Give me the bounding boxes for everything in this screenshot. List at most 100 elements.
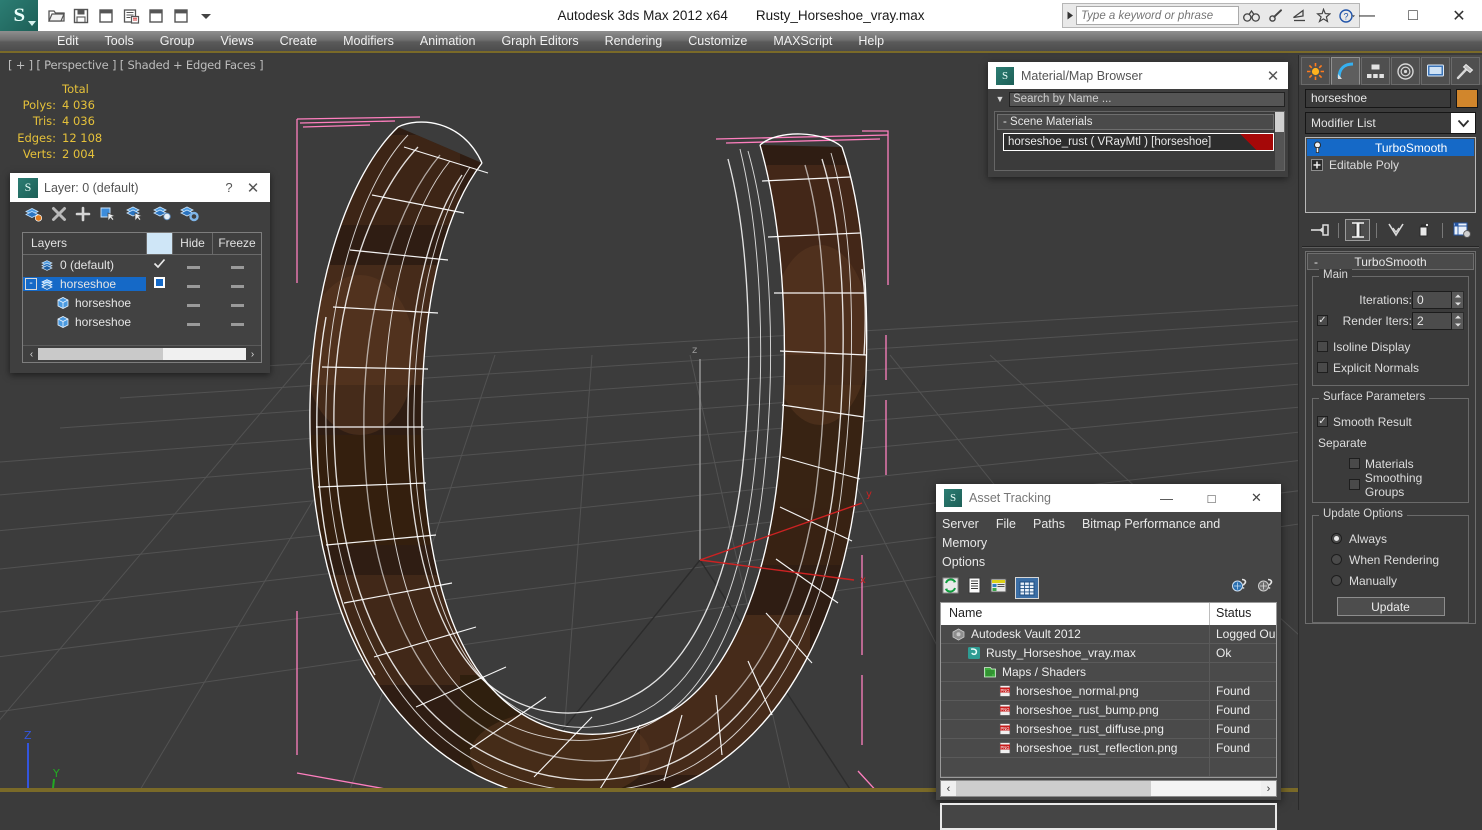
layer-dialog-title-bar[interactable]: S Layer: 0 (default) ? ✕ bbox=[10, 173, 270, 202]
hide-toggle[interactable] bbox=[173, 296, 213, 310]
qat-dropdown-icon[interactable] bbox=[194, 4, 218, 28]
current-layer-check[interactable] bbox=[146, 276, 173, 291]
menu-rendering[interactable]: Rendering bbox=[592, 32, 676, 50]
object-name-field[interactable]: horseshoe bbox=[1305, 89, 1451, 108]
asset-table-horizontal-scrollbar[interactable]: ‹ › bbox=[940, 780, 1277, 797]
column-status[interactable]: Status bbox=[1210, 603, 1276, 625]
create-new-layer-icon[interactable] bbox=[24, 205, 43, 227]
open-file-icon[interactable] bbox=[44, 4, 68, 28]
minimize-button[interactable]: — bbox=[1144, 491, 1189, 506]
refresh-icon[interactable] bbox=[942, 577, 959, 599]
menu-maxscript[interactable]: MAXScript bbox=[760, 32, 845, 50]
highlight-layer-icon[interactable] bbox=[126, 205, 145, 227]
freeze-toggle[interactable] bbox=[213, 258, 261, 272]
modify-tab[interactable] bbox=[1331, 57, 1360, 85]
make-unique-icon[interactable] bbox=[1383, 219, 1408, 241]
isoline-display-checkbox[interactable] bbox=[1317, 341, 1328, 352]
redo-icon[interactable] bbox=[119, 4, 143, 28]
rollout-header[interactable]: - TurboSmooth bbox=[1307, 253, 1474, 270]
material-browser-title-bar[interactable]: S Material/Map Browser ✕ bbox=[988, 62, 1288, 89]
table-row[interactable]: Autodesk Vault 2012 Logged Ou bbox=[941, 624, 1276, 644]
infocenter-expand-icon[interactable] bbox=[1063, 4, 1076, 27]
subscription-icon[interactable] bbox=[1263, 4, 1287, 27]
stack-item-editable-poly[interactable]: Editable Poly bbox=[1307, 156, 1474, 173]
table-row[interactable]: Rusty_Horseshoe_vray.max Ok bbox=[941, 643, 1276, 663]
close-button[interactable]: ✕ bbox=[240, 179, 266, 197]
browser-options-icon[interactable]: ▼ bbox=[991, 94, 1009, 104]
chevron-down-icon[interactable] bbox=[1451, 113, 1475, 133]
scroll-left-icon[interactable]: ‹ bbox=[941, 783, 956, 795]
explicit-normals-checkbox[interactable] bbox=[1317, 362, 1328, 373]
freeze-toggle[interactable] bbox=[213, 296, 261, 310]
table-row[interactable]: horseshoe bbox=[23, 293, 261, 312]
search-icon[interactable] bbox=[1239, 4, 1263, 27]
app-menu-dropdown-icon[interactable] bbox=[28, 21, 36, 26]
configure-modifier-sets-icon[interactable] bbox=[1449, 219, 1474, 241]
manually-radio[interactable] bbox=[1331, 575, 1342, 586]
communication-center-icon[interactable] bbox=[1287, 4, 1311, 27]
menu-animation[interactable]: Animation bbox=[407, 32, 489, 50]
rollout-collapse-icon[interactable]: - bbox=[1308, 255, 1324, 269]
object-color-swatch[interactable] bbox=[1456, 89, 1478, 108]
menu-views[interactable]: Views bbox=[207, 32, 266, 50]
modifier-stack[interactable]: TurboSmooth Editable Poly bbox=[1305, 137, 1476, 213]
menu-help[interactable]: Help bbox=[845, 32, 897, 50]
hide-toggle[interactable] bbox=[173, 258, 213, 272]
add-selection-icon[interactable] bbox=[75, 206, 91, 227]
material-map-browser-dialog[interactable]: S Material/Map Browser ✕ ▼ Search by Nam… bbox=[988, 62, 1288, 177]
hide-toggle[interactable] bbox=[173, 315, 213, 329]
remove-modifier-icon[interactable] bbox=[1411, 219, 1436, 241]
table-row[interactable]: PNG horseshoe_rust_diffuse.png Found bbox=[941, 719, 1276, 739]
layer-list-horizontal-scrollbar[interactable]: ‹ › bbox=[23, 345, 261, 362]
current-layer-check[interactable] bbox=[146, 258, 173, 272]
display-tab[interactable] bbox=[1421, 57, 1450, 85]
always-radio[interactable] bbox=[1331, 533, 1342, 544]
smoothing-groups-checkbox[interactable] bbox=[1349, 479, 1360, 490]
freeze-toggle[interactable] bbox=[213, 277, 261, 291]
render-iters-input[interactable]: 2 bbox=[1412, 311, 1452, 330]
table-row[interactable]: Maps / Shaders bbox=[941, 662, 1276, 682]
column-name[interactable]: Name bbox=[941, 603, 1210, 625]
scroll-right-icon[interactable]: › bbox=[246, 349, 259, 360]
utilities-tab[interactable] bbox=[1451, 57, 1480, 85]
menu-graph-editors[interactable]: Graph Editors bbox=[488, 32, 591, 50]
close-button[interactable]: ✕ bbox=[1436, 0, 1482, 31]
menu-edit[interactable]: Edit bbox=[44, 32, 92, 50]
smooth-result-checkbox[interactable]: ✓ bbox=[1317, 416, 1328, 427]
select-objects-icon[interactable] bbox=[99, 205, 118, 227]
show-end-result-icon[interactable] bbox=[1345, 219, 1370, 241]
scroll-right-icon[interactable]: › bbox=[1261, 783, 1276, 795]
iterations-stepper[interactable] bbox=[1452, 290, 1464, 309]
menu-customize[interactable]: Customize bbox=[675, 32, 760, 50]
asset-table[interactable]: Name Status Autodesk Vault 2012 Logged O… bbox=[940, 602, 1277, 778]
delete-layer-icon[interactable] bbox=[51, 206, 67, 227]
details-view-icon[interactable] bbox=[990, 577, 1007, 599]
menu-modifiers[interactable]: Modifiers bbox=[330, 32, 407, 50]
table-row[interactable]: 0 (default) bbox=[23, 255, 261, 274]
favorites-icon[interactable] bbox=[1311, 4, 1335, 27]
undo-icon[interactable] bbox=[94, 4, 118, 28]
material-list-item[interactable]: horseshoe_rust ( VRayMtl ) [horseshoe] bbox=[1003, 133, 1274, 151]
motion-tab[interactable] bbox=[1391, 57, 1420, 85]
table-row[interactable]: horseshoe bbox=[23, 312, 261, 331]
menu-paths[interactable]: Paths bbox=[1033, 517, 1065, 531]
table-row[interactable]: PNG horseshoe_rust_reflection.png Found bbox=[941, 738, 1276, 758]
menu-options[interactable]: Options bbox=[942, 555, 985, 569]
list-view-icon[interactable] bbox=[967, 577, 982, 599]
menu-group[interactable]: Group bbox=[147, 32, 208, 50]
menu-bitmap-performance[interactable]: Bitmap Performance and Memory bbox=[942, 517, 1220, 550]
table-row[interactable]: PNG horseshoe_rust_bump.png Found bbox=[941, 700, 1276, 720]
plus-expand-icon[interactable] bbox=[1310, 158, 1324, 172]
layer-manager-dialog[interactable]: S Layer: 0 (default) ? ✕ Layers Hide Fre… bbox=[10, 173, 270, 373]
set-current-layer-icon[interactable] bbox=[153, 205, 172, 227]
layer-properties-icon[interactable] bbox=[180, 205, 199, 227]
scrollbar-track[interactable] bbox=[38, 348, 246, 360]
check-in-icon[interactable] bbox=[1231, 577, 1249, 599]
asset-tracking-dialog[interactable]: S Asset Tracking — □ ✕ Server File Paths Bi… bbox=[936, 484, 1281, 830]
check-out-icon[interactable] bbox=[1257, 577, 1275, 599]
maximize-button[interactable]: □ bbox=[1189, 491, 1234, 506]
when-rendering-radio[interactable] bbox=[1331, 554, 1342, 565]
minimize-button[interactable]: — bbox=[1344, 0, 1390, 31]
grid-view-icon[interactable] bbox=[1015, 577, 1039, 599]
viewport-label[interactable]: [ + ] [ Perspective ] [ Shaded + Edged F… bbox=[8, 58, 264, 72]
